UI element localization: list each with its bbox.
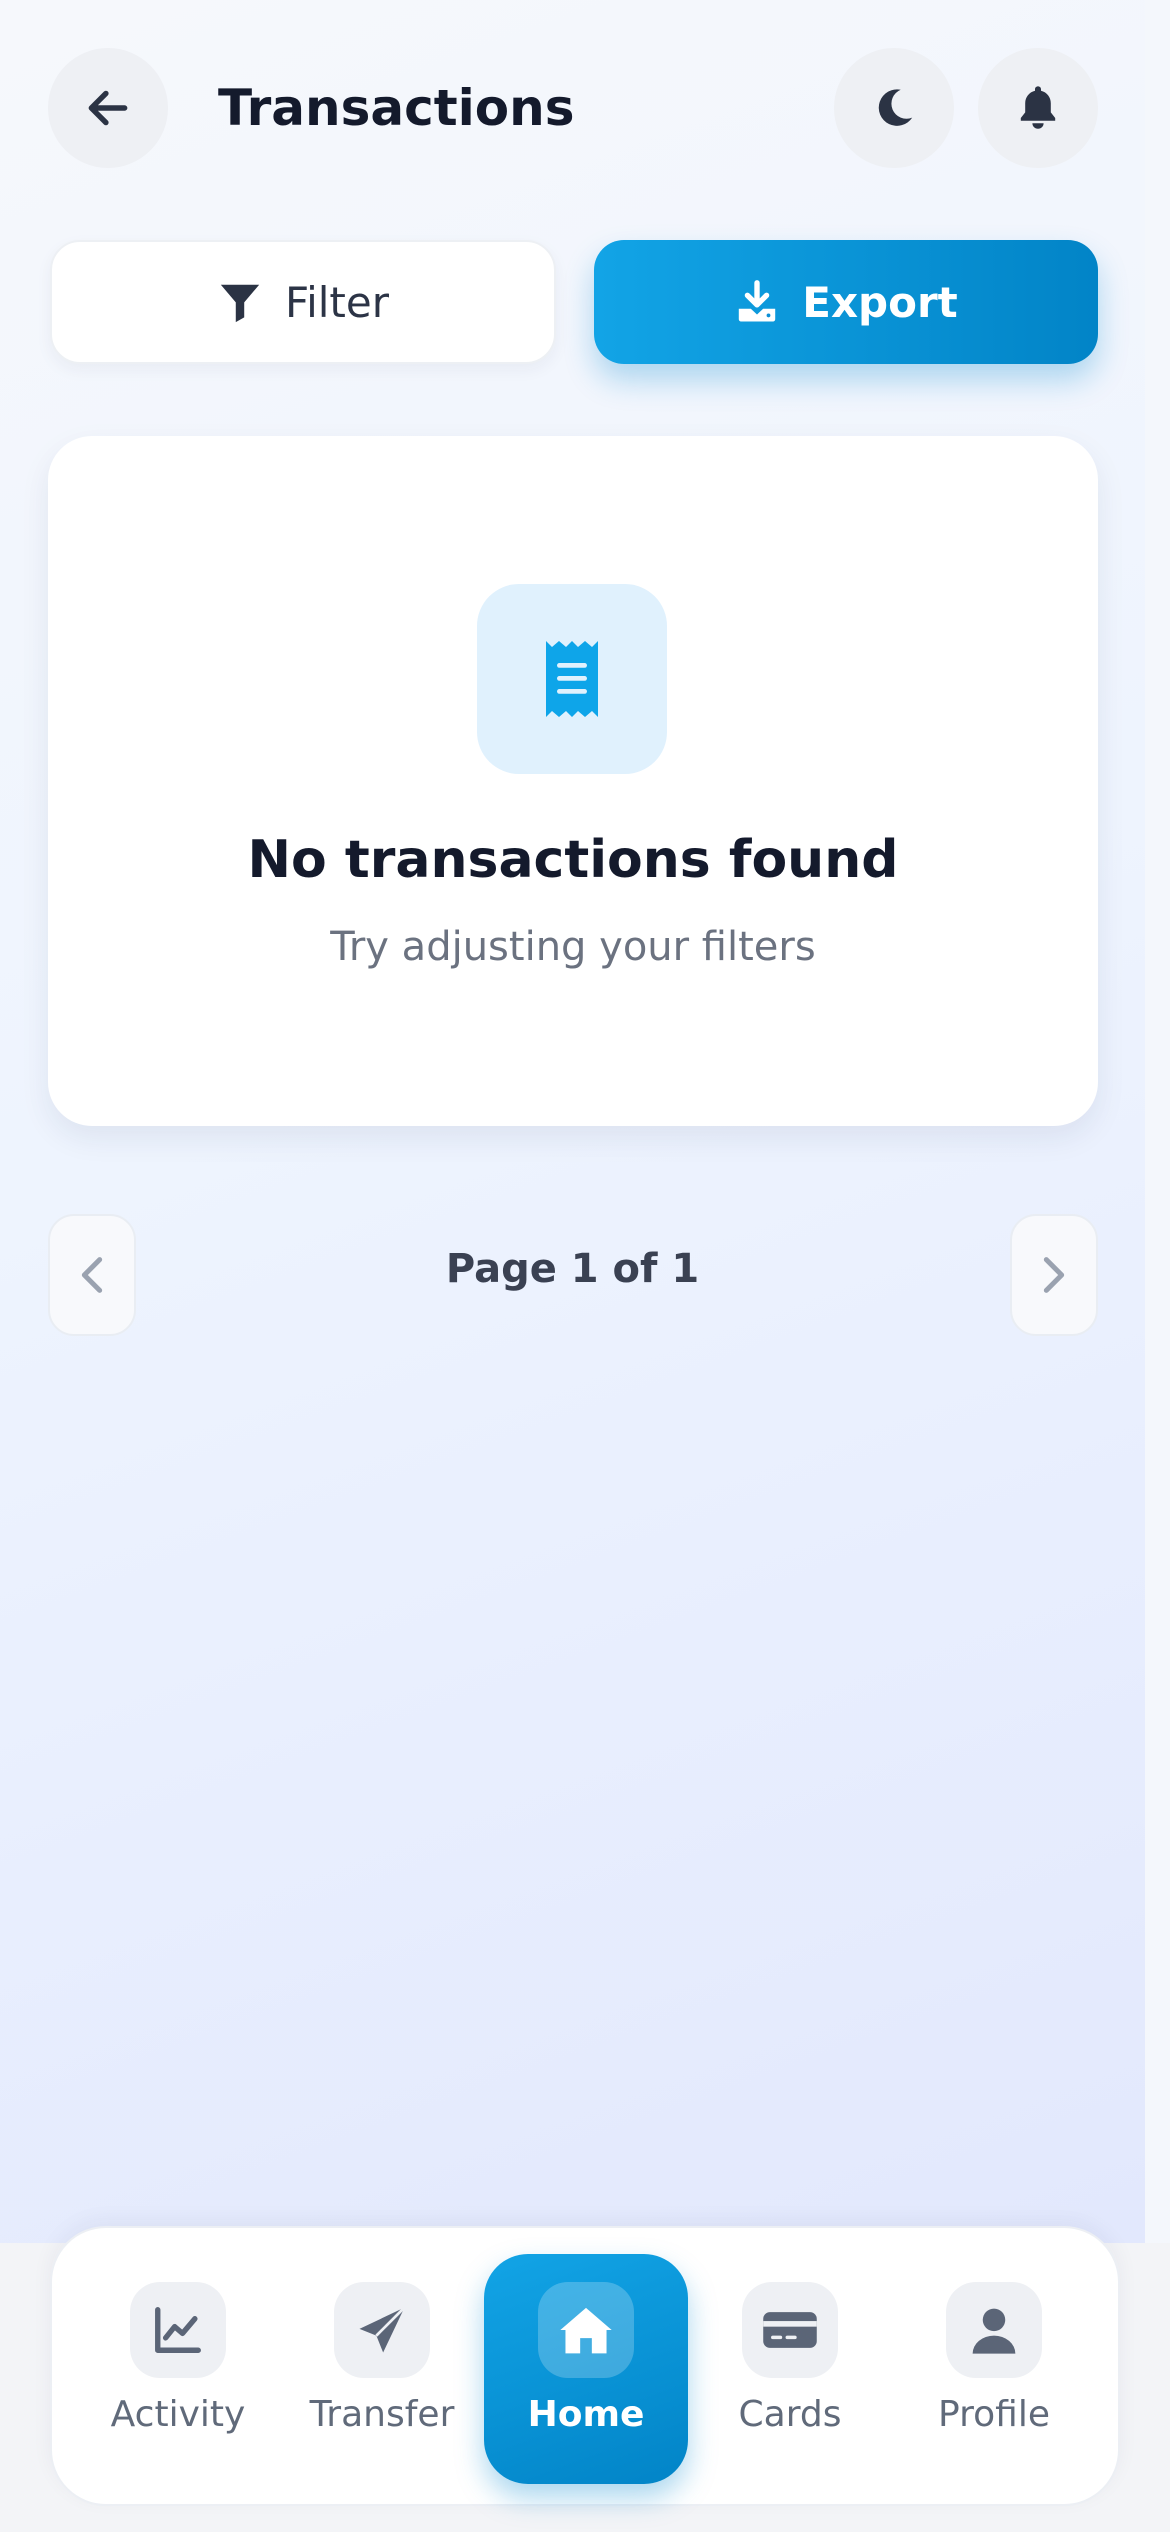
arrow-left-icon	[88, 90, 128, 126]
export-label: Export	[802, 277, 958, 327]
bottom-navigation: Activity Transfer Home Cards Profile	[50, 2226, 1120, 2506]
chevron-right-icon	[1043, 1257, 1065, 1293]
nav-item-home[interactable]: Home	[484, 2254, 688, 2484]
notifications-button[interactable]	[978, 48, 1098, 168]
nav-icon-container	[334, 2282, 430, 2378]
back-button[interactable]	[48, 48, 168, 168]
nav-icon-container	[130, 2282, 226, 2378]
user-icon	[972, 2308, 1016, 2354]
chart-line-icon	[155, 2307, 201, 2353]
nav-label-cards: Cards	[738, 2394, 842, 2435]
empty-state-card: No transactions found Try adjusting your…	[48, 436, 1098, 1126]
filter-button[interactable]: Filter	[50, 240, 556, 364]
credit-card-icon	[763, 2312, 817, 2348]
nav-icon-container	[946, 2282, 1042, 2378]
funnel-icon	[220, 284, 260, 323]
nav-item-profile[interactable]: Profile	[892, 2254, 1096, 2484]
filter-label: Filter	[284, 277, 389, 327]
home-icon	[560, 2307, 612, 2354]
receipt-icon	[546, 641, 598, 717]
page-title: Transactions	[218, 79, 575, 137]
download-icon	[739, 280, 776, 322]
nav-label-activity: Activity	[110, 2394, 246, 2435]
next-page-button[interactable]	[1010, 1214, 1098, 1336]
empty-state-subtitle: Try adjusting your filters	[330, 924, 816, 970]
nav-icon-container	[742, 2282, 838, 2378]
nav-icon-container	[538, 2282, 634, 2378]
nav-label-transfer: Transfer	[309, 2394, 455, 2435]
nav-label-home: Home	[527, 2394, 645, 2435]
nav-item-transfer[interactable]: Transfer	[280, 2254, 484, 2484]
export-button[interactable]: Export	[594, 240, 1098, 364]
theme-toggle-button[interactable]	[834, 48, 954, 168]
nav-item-activity[interactable]: Activity	[76, 2254, 280, 2484]
nav-item-cards[interactable]: Cards	[688, 2254, 892, 2484]
paper-plane-icon	[359, 2306, 406, 2353]
pagination-label: Page 1 of 1	[445, 1246, 700, 1292]
bell-icon	[1020, 86, 1056, 129]
nav-label-profile: Profile	[938, 2394, 1050, 2435]
moon-icon	[878, 89, 913, 126]
empty-state-title: No transactions found	[247, 830, 899, 890]
empty-state-icon-container	[477, 584, 667, 774]
